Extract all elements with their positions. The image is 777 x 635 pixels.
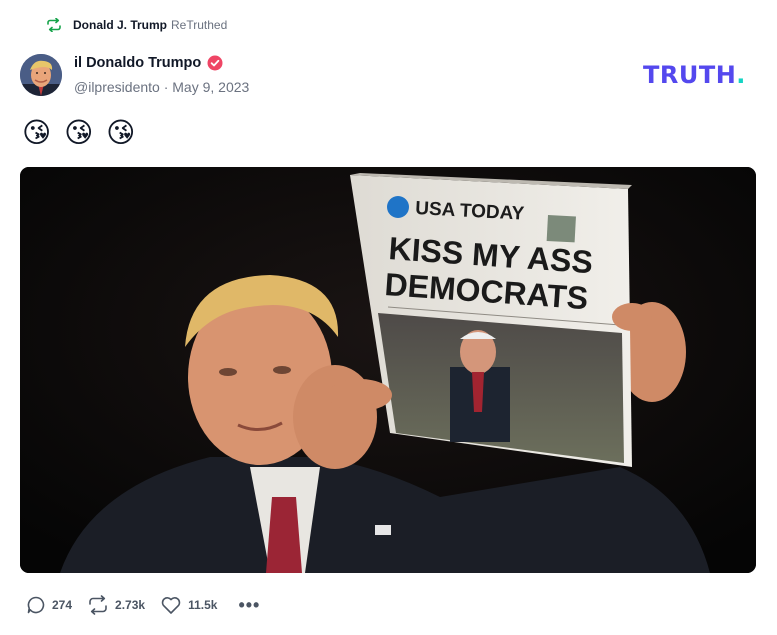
author-display-name[interactable]: il Donaldo Trumpo — [74, 55, 201, 71]
reply-count: 274 — [52, 598, 73, 612]
post-text: 😘 😘 😘 — [22, 116, 138, 149]
brand-dot: . — [736, 61, 746, 89]
post-date[interactable]: May 9, 2023 — [172, 79, 249, 95]
like-count: 11.5k — [188, 598, 218, 612]
reply-icon — [27, 596, 45, 614]
retruth-action-icon — [89, 595, 107, 615]
action-bar: 274 2.73k 11.5k ••• — [26, 595, 275, 615]
heart-icon — [161, 597, 181, 614]
author-handle[interactable]: @ilpresidento — [74, 79, 160, 95]
retruth-action-label: ReTruthed — [171, 18, 228, 32]
brand-name: TRUTH — [643, 61, 737, 89]
retruth-icon — [46, 18, 62, 32]
more-options-icon: ••• — [238, 595, 261, 615]
truth-social-logo[interactable]: TRUTH. — [643, 61, 746, 89]
verified-badge-icon — [207, 55, 223, 71]
retruth-header: Donald J. Trump ReTruthed — [46, 18, 227, 32]
reply-button[interactable]: 274 — [26, 595, 72, 615]
avatar[interactable] — [20, 54, 62, 96]
author-name-row: il Donaldo Trumpo — [74, 55, 223, 71]
retruth-button[interactable]: 2.73k — [87, 595, 145, 615]
retruth-count: 2.73k — [115, 598, 146, 612]
more-options-button[interactable]: ••• — [232, 595, 261, 615]
like-button[interactable]: 11.5k — [160, 595, 217, 615]
author-meta: @ilpresidento · May 9, 2023 — [74, 79, 249, 95]
meta-separator: · — [163, 79, 173, 95]
retruth-user-link[interactable]: Donald J. Trump — [73, 18, 167, 32]
post-image[interactable]: USA TODAY KISS MY ASS DEMOCRATS — [20, 167, 756, 573]
